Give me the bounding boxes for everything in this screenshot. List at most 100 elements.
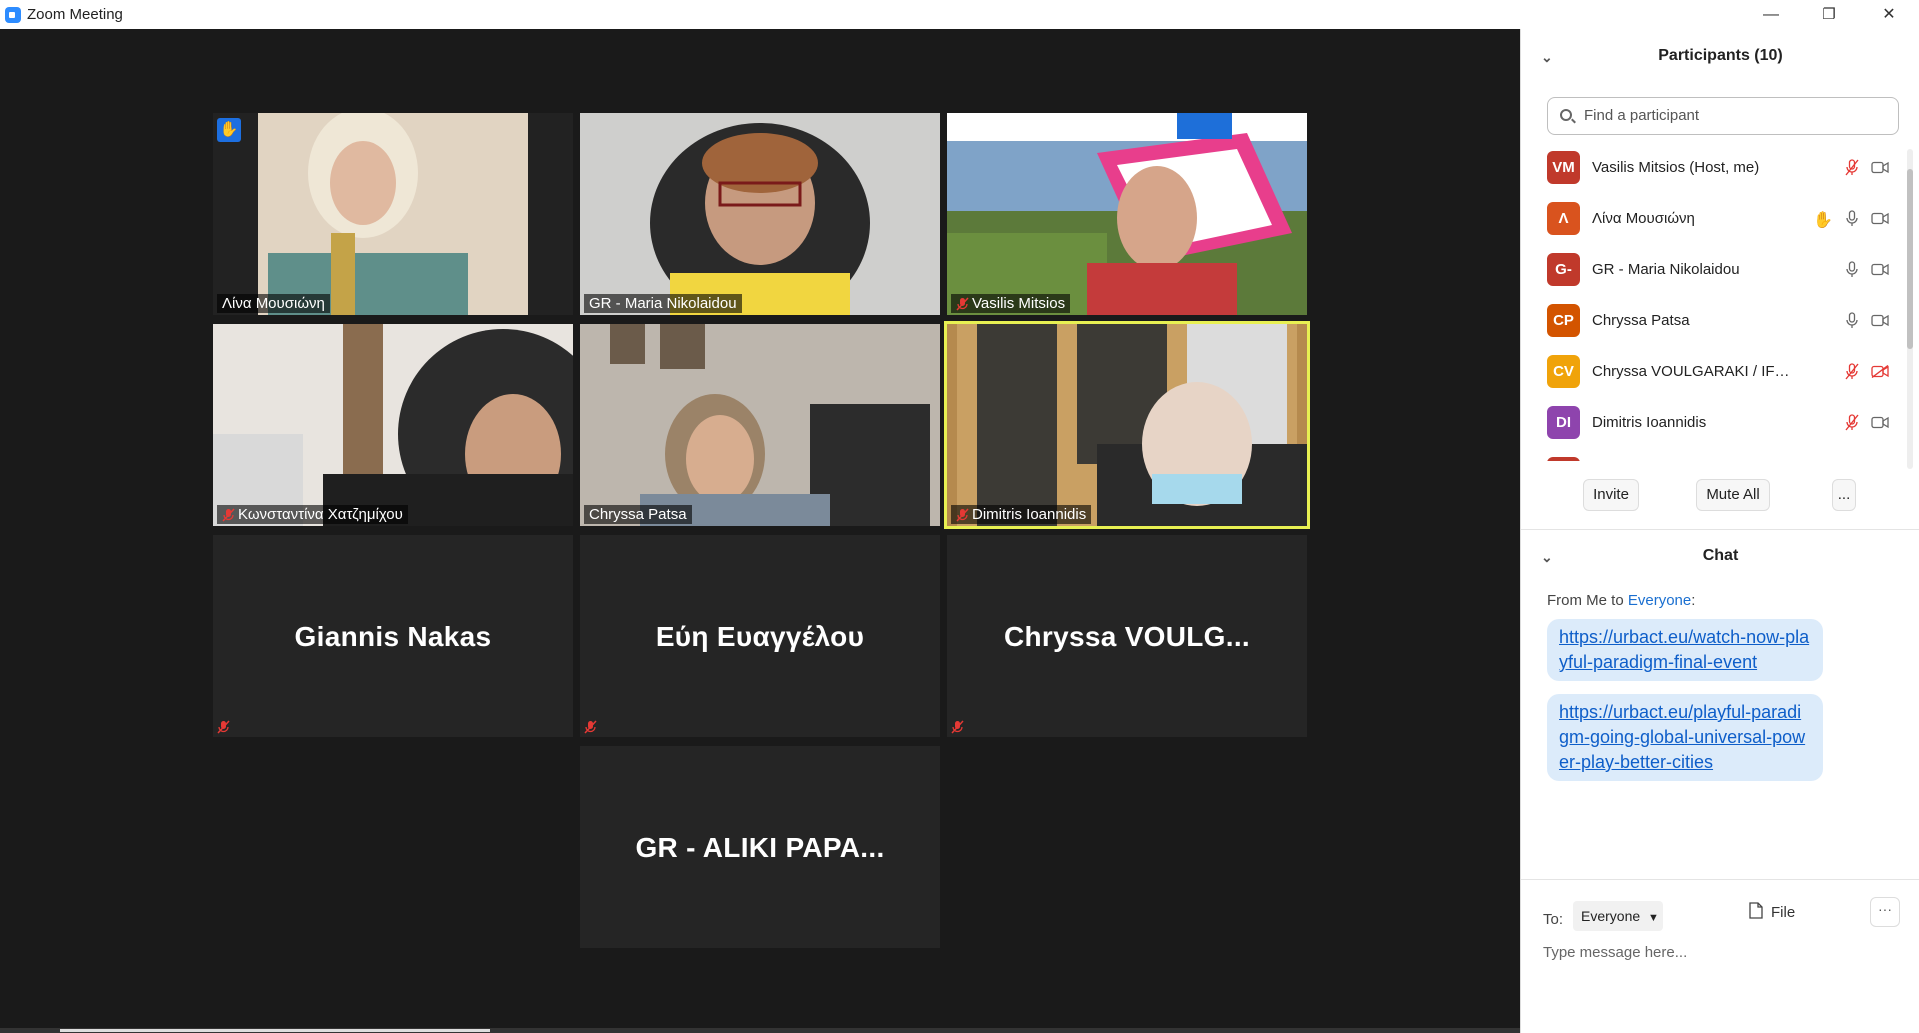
video-tile[interactable]: GR - ALIKI PAPA... [580,746,940,948]
muted-mic-icon[interactable] [1845,363,1859,385]
participant-name: Dimitris Ioannidis [972,506,1087,523]
video-tile[interactable]: Giannis Nakas [213,535,573,737]
more-options-button[interactable]: ... [1832,479,1856,511]
muted-mic-icon [217,720,230,734]
camera-icon[interactable] [1871,314,1889,332]
close-button[interactable]: ✕ [1866,0,1912,29]
participant-video [947,324,1307,526]
video-tile[interactable]: Chryssa Patsa [580,324,940,526]
participant-row[interactable]: CP Chryssa Patsa [1521,298,1911,349]
video-tile[interactable]: GR - Maria Nikolaidou [580,113,940,315]
avatar: G- [1547,253,1580,286]
chevron-down-icon: ▼ [1648,912,1659,924]
mute-all-button[interactable]: Mute All [1696,479,1770,511]
participant-name: Εύη Ευαγγέλου [655,621,865,652]
camera-icon[interactable] [1871,212,1889,230]
video-tile[interactable]: ✋ Λίνα Μουσιώνη [213,113,573,315]
video-tile[interactable]: Εύη Ευαγγέλου [580,535,940,737]
tile-name-label: Κωνσταντίνα Χατζημίχου [217,505,408,524]
recipient-select[interactable]: Everyone ▼ [1573,901,1663,931]
camera-icon[interactable] [1871,416,1889,434]
chat-header: ⌄ Chat [1521,547,1919,577]
chat-more-button[interactable]: ··· [1870,897,1900,927]
participant-row-partial [1521,451,1911,461]
camera-icon[interactable] [1871,263,1889,281]
participants-header: ⌄ Participants (10) [1521,47,1919,77]
file-icon [1749,902,1763,923]
chevron-down-icon[interactable]: ⌄ [1541,49,1553,66]
divider [1521,879,1919,880]
participant-row[interactable]: DI Dimitris Ioannidis [1521,400,1911,451]
side-panel: ⌄ Participants (10) VM Vasilis Mitsios (… [1520,29,1919,1033]
mic-icon[interactable] [1845,261,1859,283]
stage-bottom-bar [0,1028,1520,1033]
video-tile[interactable]: Κωνσταντίνα Χατζημίχου [213,324,573,526]
avatar: CP [1547,304,1580,337]
chat-message-input[interactable] [1541,931,1905,973]
mic-icon[interactable] [1845,312,1859,334]
participant-name: Chryssa Patsa [589,506,687,523]
muted-mic-icon [222,507,235,522]
camera-off-icon[interactable] [1871,364,1889,383]
chat-link[interactable]: https://urbact.eu/watch-now-playful-para… [1559,627,1809,672]
chat-sender-line: From Me to Everyone: [1547,592,1696,609]
participant-scrollbar[interactable] [1907,149,1913,469]
chevron-down-icon[interactable]: ⌄ [1541,549,1553,566]
participant-row[interactable]: G- GR - Maria Nikolaidou [1521,247,1911,298]
raised-hand-icon: ✋ [217,118,241,142]
file-label: File [1771,904,1796,921]
participant-name: Κωνσταντίνα Χατζημίχου [238,506,403,523]
video-tile-active-speaker[interactable]: Dimitris Ioannidis [947,324,1307,526]
tile-name-label: Dimitris Ioannidis [951,505,1092,524]
chat-message: https://urbact.eu/playful-paradigm-going… [1547,694,1823,781]
file-button[interactable]: File [1749,902,1795,923]
chat-link[interactable]: https://urbact.eu/playful-paradigm-going… [1559,702,1805,772]
muted-mic-icon [951,720,964,734]
participant-name: Chryssa VOULGARAKI / IFGreceL... [1592,363,1792,380]
participant-row[interactable]: CV Chryssa VOULGARAKI / IFGreceL... [1521,349,1911,400]
tile-name-label: Λίνα Μουσιώνη [217,294,330,313]
minimize-button[interactable]: — [1748,0,1794,29]
camera-icon[interactable] [1871,161,1889,179]
participants-title: Participants (10) [1658,47,1783,64]
participant-video [947,113,1307,315]
chat-recipient[interactable]: Everyone [1628,592,1691,609]
participant-video [213,113,573,315]
tile-name-label: Chryssa Patsa [584,505,692,524]
muted-mic-icon[interactable] [1845,159,1859,181]
to-label: To: [1543,911,1564,928]
participant-name: GR - Maria Nikolaidou [1592,261,1740,278]
participant-list: VM Vasilis Mitsios (Host, me) Λ Λίνα Μου… [1521,145,1911,461]
search-icon [1560,109,1572,121]
invite-button[interactable]: Invite [1583,479,1639,511]
tile-name-label: GR - Maria Nikolaidou [584,294,742,313]
participant-name: GR - ALIKI PAPA... [635,832,885,863]
participant-row[interactable]: VM Vasilis Mitsios (Host, me) [1521,145,1911,196]
muted-mic-icon[interactable] [1845,414,1859,436]
participant-video [580,324,940,526]
title-bar: Zoom Meeting — ❐ ✕ [0,0,1919,29]
muted-mic-icon [956,507,969,522]
avatar [1547,457,1580,461]
restore-button[interactable]: ❐ [1806,0,1852,29]
video-tile[interactable]: Vasilis Mitsios [947,113,1307,315]
search-input[interactable] [1582,106,1886,125]
participant-row[interactable]: Λ Λίνα Μουσιώνη ✋ [1521,196,1911,247]
video-tile[interactable]: Chryssa VOULG... [947,535,1307,737]
participant-name: Λίνα Μουσιώνη [1592,210,1695,227]
avatar: VM [1547,151,1580,184]
mic-icon[interactable] [1845,210,1859,232]
participant-name: Dimitris Ioannidis [1592,414,1707,431]
window-title: Zoom Meeting [27,6,123,23]
divider [1521,529,1919,530]
muted-mic-icon [584,720,597,734]
recipient-value: Everyone [1581,908,1641,924]
participant-video [580,113,940,315]
avatar: Λ [1547,202,1580,235]
participant-name: Chryssa VOULG... [1004,621,1250,652]
participant-search[interactable] [1547,97,1899,135]
participant-video [213,324,573,526]
muted-mic-icon [956,296,969,311]
video-gallery: ✋ Λίνα Μουσιώνη GR - Maria Nikolaidou Va… [0,29,1520,1033]
chat-message: https://urbact.eu/watch-now-playful-para… [1547,619,1823,681]
